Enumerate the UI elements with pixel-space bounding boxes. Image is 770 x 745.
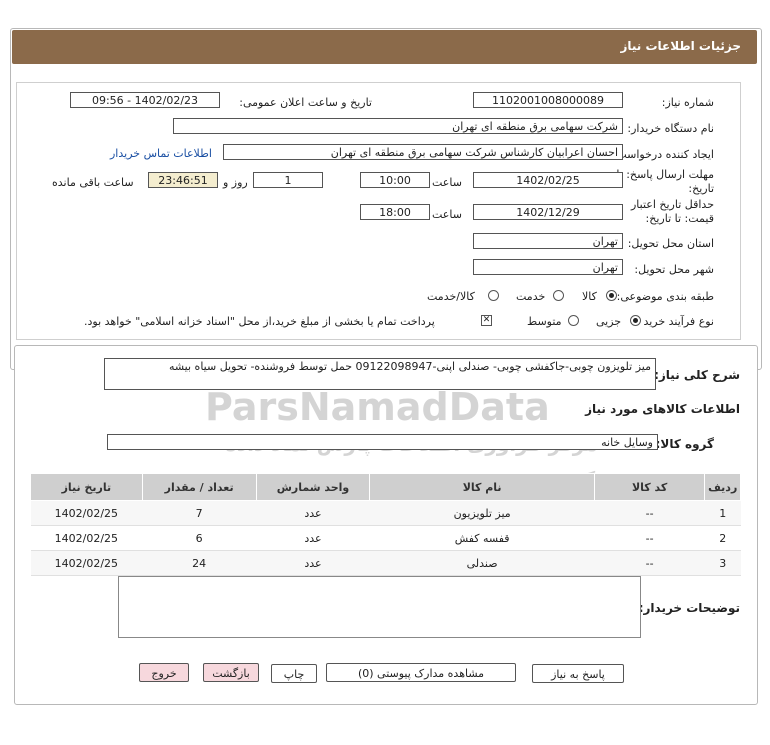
announce-datetime-field: 1402/02/23 - 09:56 [70, 92, 220, 108]
cell-unit: عدد [256, 500, 370, 526]
need-number-field: 1102001008000089 [473, 92, 623, 108]
need-number-label: شماره نیاز: [661, 96, 714, 109]
days-label: روز و [223, 176, 248, 189]
category-service-label: خدمت [516, 290, 546, 303]
process-label: نوع فرآیند خرید : [636, 315, 714, 328]
process-minor-radio[interactable] [630, 315, 641, 326]
category-both-radio[interactable] [488, 290, 499, 301]
announce-label: تاریخ و ساعت اعلان عمومی: [239, 96, 372, 109]
province-label: استان محل تحویل: [627, 237, 714, 250]
city-field: تهران [473, 259, 623, 275]
print-button[interactable]: چاپ [271, 664, 317, 683]
goods-group-field: وسایل خانه [107, 434, 658, 450]
requester-field: احسان اعرابیان کارشناس شرکت سهامی برق من… [223, 144, 623, 160]
reply-button[interactable]: پاسخ به نیاز [532, 664, 624, 683]
category-service-radio[interactable] [553, 290, 564, 301]
cell-name: میز تلویزیون [369, 500, 595, 526]
deadline-date-field: 1402/02/25 [473, 172, 623, 188]
goods-group-label: گروه کالا: [655, 437, 714, 451]
province-field: تهران [473, 233, 623, 249]
col-qty: تعداد / مقدار [141, 473, 257, 501]
cell-date: 1402/02/25 [30, 500, 143, 526]
goods-table: ردیف کد کالا نام کالا واحد شمارش تعداد /… [30, 473, 741, 576]
days-count-field: 1 [253, 172, 323, 188]
process-medium-label: متوسط [527, 315, 562, 328]
col-row: ردیف [704, 473, 741, 501]
cell-date: 1402/02/25 [30, 525, 143, 551]
buyer-notes-label: توضیحات خریدار: [638, 601, 740, 615]
summary-label: شرح کلی نیاز: [654, 368, 740, 382]
city-label: شهر محل تحویل: [634, 263, 714, 276]
buyer-org-field: شرکت سهامی برق منطقه ای تهران [173, 118, 623, 134]
treasury-payment-text: پرداخت تمام یا بخشی از مبلغ خرید،از محل … [84, 315, 435, 328]
summary-field: میز تلویزون چوبی-جاکفشی چوبی- صندلی اپنی… [104, 358, 656, 390]
cell-unit: عدد [256, 550, 370, 576]
category-goods-label: کالا [582, 290, 597, 303]
table-row: 3 -- صندلی عدد 24 1402/02/25 [30, 550, 741, 576]
cell-row: 2 [704, 525, 741, 551]
remaining-time-field: 23:46:51 [148, 172, 218, 188]
table-row: 1 -- میز تلویزیون عدد 7 1402/02/25 [30, 500, 741, 526]
buyer-notes-field [118, 576, 641, 638]
validity-time-field: 18:00 [360, 204, 430, 220]
table-row: 2 -- قفسه کفش عدد 6 1402/02/25 [30, 525, 741, 551]
deadline-time-label: ساعت [432, 176, 462, 189]
cell-unit: عدد [256, 525, 370, 551]
category-goods-radio[interactable] [606, 290, 617, 301]
exit-button[interactable]: خروج [139, 663, 189, 682]
col-name: نام کالا [369, 473, 595, 501]
process-minor-label: جزیی [596, 315, 622, 328]
validity-time-label: ساعت [432, 208, 462, 221]
cell-date: 1402/02/25 [30, 550, 143, 576]
cell-name: قفسه کفش [369, 525, 595, 551]
col-date: تاریخ نیاز [30, 473, 143, 501]
buyer-contact-link[interactable]: اطلاعات تماس خریدار [110, 147, 212, 160]
back-button[interactable]: بازگشت [203, 663, 259, 682]
deadline-time-field: 10:00 [360, 172, 430, 188]
col-unit: واحد شمارش [255, 473, 371, 501]
cell-code: -- [594, 500, 705, 526]
treasury-checkbox[interactable]: ✕ [481, 315, 492, 326]
requester-label: ایجاد کننده درخواست: [612, 148, 714, 161]
cell-row: 3 [704, 550, 741, 576]
cell-qty: 7 [142, 500, 257, 526]
page-header: جزئیات اطلاعات نیاز [12, 30, 757, 64]
page-title: جزئیات اطلاعات نیاز [620, 39, 741, 53]
category-label: طبقه بندی موضوعی: [616, 290, 714, 303]
cell-row: 1 [704, 500, 741, 526]
cell-qty: 6 [142, 525, 257, 551]
cell-qty: 24 [142, 550, 257, 576]
col-code: کد کالا [593, 473, 706, 501]
cell-code: -- [594, 550, 705, 576]
cell-code: -- [594, 525, 705, 551]
process-medium-radio[interactable] [568, 315, 579, 326]
attachments-button[interactable]: مشاهده مدارک پیوستی (0) [326, 663, 516, 682]
remaining-label: ساعت باقی مانده [52, 176, 134, 189]
buyer-org-label: نام دستگاه خریدار: [627, 122, 714, 135]
category-both-label: کالا/خدمت [427, 290, 475, 303]
goods-info-heading: اطلاعات کالاهای مورد نیاز [585, 402, 740, 416]
cell-name: صندلی [369, 550, 595, 576]
validity-date-field: 1402/12/29 [473, 204, 623, 220]
